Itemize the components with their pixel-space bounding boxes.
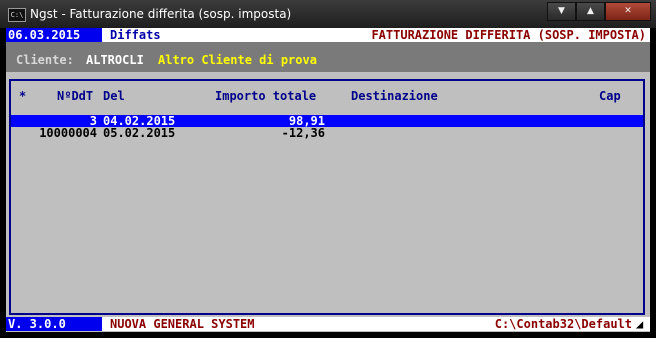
ddt-number: 10000004: [39, 126, 97, 140]
scroll-indicator-icon[interactable]: ◢: [636, 317, 646, 331]
console-app-icon: C:\: [8, 8, 26, 22]
close-button[interactable]: ✕: [605, 2, 651, 21]
column-header-date: Del: [103, 89, 125, 103]
close-icon: ✕: [624, 6, 632, 16]
top-status-bar: 06.03.2015 Diffats FATTURAZIONE DIFFERIT…: [6, 28, 650, 42]
column-header-total-amount: Importo totale: [215, 89, 317, 103]
minimize-button[interactable]: ▼: [547, 2, 576, 21]
program-name: Diffats: [110, 28, 161, 42]
maximize-button[interactable]: ▲: [576, 2, 605, 21]
column-header-ddt-number: NºDdT: [57, 89, 94, 103]
current-date: 06.03.2015: [6, 28, 102, 42]
window-title: Ngst - Fatturazione differita (sosp. imp…: [30, 7, 292, 21]
table-header: * NºDdT Del Importo totale Destinazione …: [11, 89, 643, 103]
bottom-status-bar: V. 3.0.0 NUOVA GENERAL SYSTEM C:\Contab3…: [6, 317, 650, 331]
table-row[interactable]: 10000004 05.02.2015 -12,36: [11, 126, 643, 140]
console-area: 06.03.2015 Diffats FATTURAZIONE DIFFERIT…: [6, 28, 650, 332]
separator: [6, 72, 650, 78]
client-label: Cliente:: [16, 53, 74, 67]
client-code: ALTROCLI: [86, 53, 144, 67]
maximize-icon: ▲: [587, 6, 594, 16]
window-titlebar[interactable]: C:\ Ngst - Fatturazione differita (sosp.…: [0, 0, 656, 28]
ddt-amount: -12,36: [281, 126, 325, 140]
minimize-icon: ▼: [558, 6, 565, 16]
version-label: V. 3.0.0: [6, 317, 102, 331]
ddt-list-panel: * NºDdT Del Importo totale Destinazione …: [9, 79, 645, 315]
system-name: NUOVA GENERAL SYSTEM: [110, 317, 255, 331]
working-path: C:\Contab32\Default: [494, 317, 632, 331]
window-controls: ▼ ▲ ✕: [547, 2, 651, 21]
screen-title: FATTURAZIONE DIFFERITA (SOSP. IMPOSTA): [371, 28, 646, 42]
client-name: Altro Cliente di prova: [158, 53, 317, 67]
column-header-select: *: [19, 89, 27, 103]
client-bar: Cliente: ALTROCLI Altro Cliente di prova: [6, 42, 650, 72]
column-header-destination: Destinazione: [351, 89, 438, 103]
column-header-cap: Cap: [599, 89, 621, 103]
ddt-date: 05.02.2015: [103, 126, 176, 140]
